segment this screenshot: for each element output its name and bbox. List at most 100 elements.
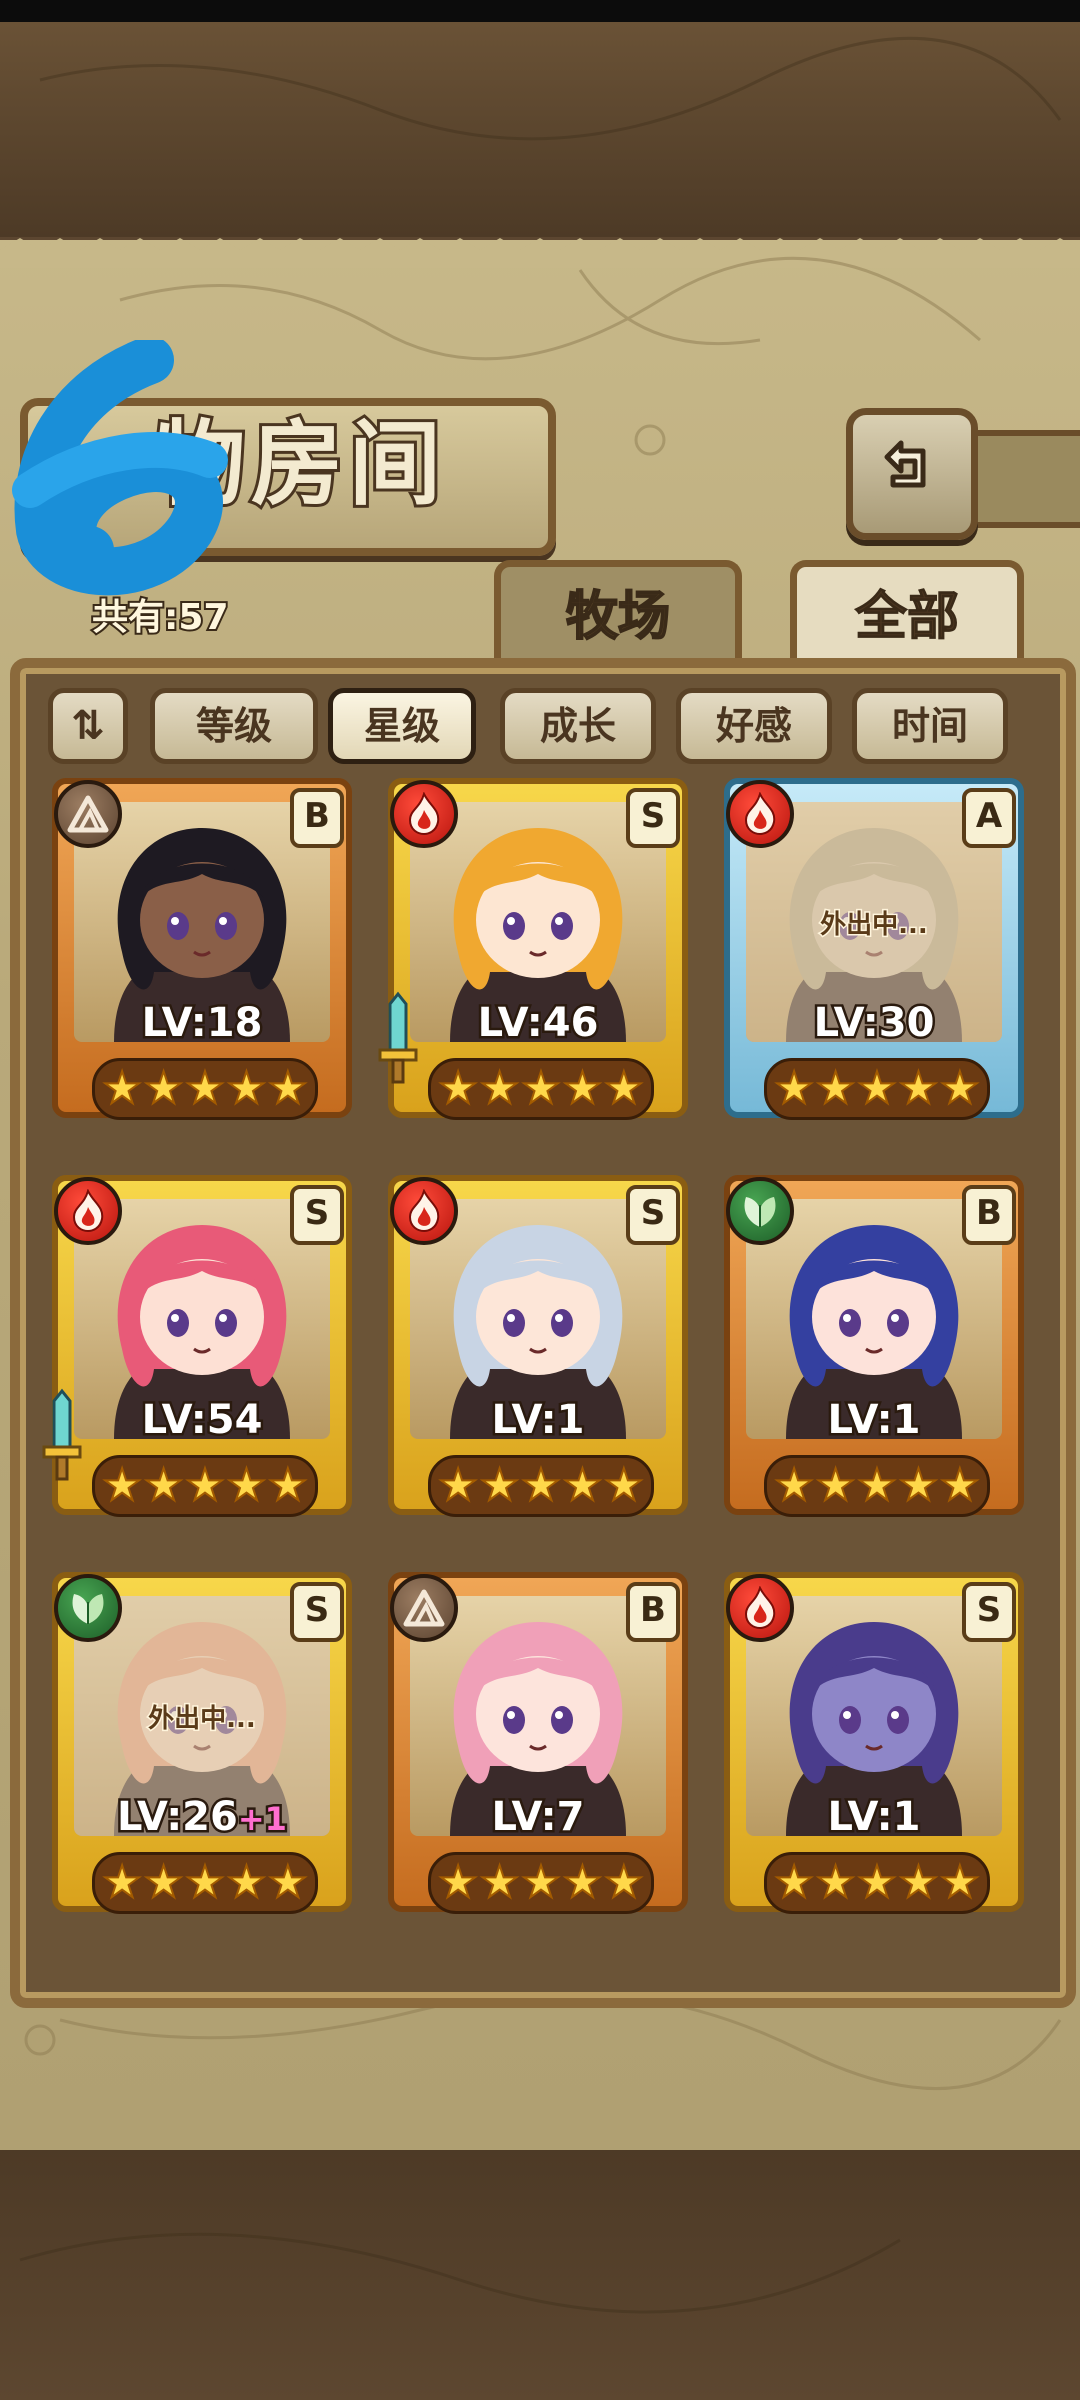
star-icon: ★ [856, 1459, 897, 1512]
monster-card[interactable]: B LV:1 ★ ★ ★ ★ ★ [724, 1175, 1024, 1530]
tab-all-label: 全部 [854, 587, 959, 648]
level-label: LV:1 [825, 1792, 923, 1843]
star-icon: ★ [603, 1856, 644, 1909]
monster-card[interactable]: A 外出中... LV:30 ★ ★ ★ ★ ★ [724, 778, 1024, 1133]
sort-star-button[interactable]: 星级 [328, 688, 476, 764]
sort-level-button[interactable]: 等级 [150, 688, 318, 764]
star-icon: ★ [267, 1856, 308, 1909]
star-icon: ★ [143, 1062, 184, 1115]
back-button-rail [966, 430, 1080, 528]
sort-affection-label: 好感 [715, 704, 792, 748]
star-icon: ★ [520, 1459, 561, 1512]
leaf-element-icon [726, 1177, 794, 1245]
rank-badge: S [290, 1582, 344, 1642]
level-label: LV:7 [489, 1792, 587, 1843]
map-background-bottom [0, 2150, 1080, 2400]
monster-card[interactable]: S LV:54 ★ ★ ★ ★ ★ [42, 1175, 352, 1530]
monster-card[interactable]: S 外出中... LV:26+1 ★ ★ ★ ★ ★ [52, 1572, 352, 1927]
star-icon: ★ [815, 1062, 856, 1115]
total-count: 共有:57 [90, 595, 230, 640]
star-rating: ★ ★ ★ ★ ★ [92, 1852, 318, 1914]
fire-element-icon [390, 780, 458, 848]
away-status: 外出中... [819, 909, 930, 942]
star-icon: ★ [184, 1856, 225, 1909]
parchment-edge-bottom [0, 2120, 1080, 2150]
star-icon: ★ [479, 1856, 520, 1909]
star-icon: ★ [898, 1856, 939, 1909]
rank-badge: S [626, 1185, 680, 1245]
star-icon: ★ [143, 1459, 184, 1512]
star-rating: ★ ★ ★ ★ ★ [428, 1455, 654, 1517]
star-icon: ★ [143, 1856, 184, 1909]
sort-time-button[interactable]: 时间 [852, 688, 1008, 764]
star-icon: ★ [226, 1459, 267, 1512]
monster-card[interactable]: S LV:1 ★ ★ ★ ★ ★ [388, 1175, 688, 1530]
parchment-edge-top [0, 238, 1080, 268]
star-icon: ★ [815, 1459, 856, 1512]
monster-card[interactable]: S LV:1 ★ ★ ★ ★ ★ [724, 1572, 1024, 1927]
star-icon: ★ [437, 1459, 478, 1512]
back-button[interactable] [846, 408, 978, 540]
tab-pasture[interactable]: 牧场 [494, 560, 742, 667]
star-icon: ★ [437, 1062, 478, 1115]
star-rating: ★ ★ ★ ★ ★ [428, 1058, 654, 1120]
star-rating: ★ ★ ★ ★ ★ [764, 1455, 990, 1517]
star-rating: ★ ★ ★ ★ ★ [764, 1852, 990, 1914]
star-icon: ★ [520, 1062, 561, 1115]
level-bonus: +1 [235, 1798, 289, 1841]
star-icon: ★ [101, 1062, 142, 1115]
sort-time-label: 时间 [891, 704, 968, 748]
rank-badge: S [290, 1185, 344, 1245]
star-icon: ★ [226, 1856, 267, 1909]
level-label: LV:54 [139, 1395, 265, 1446]
star-rating: ★ ★ ★ ★ ★ [92, 1058, 318, 1120]
star-icon: ★ [898, 1459, 939, 1512]
sort-order-icon: ⇅ [71, 703, 105, 749]
rank-badge: B [290, 788, 344, 848]
star-icon: ★ [101, 1459, 142, 1512]
level-label: LV:1 [825, 1395, 923, 1446]
return-arrow-icon [884, 440, 926, 488]
sort-level-label: 等级 [195, 704, 272, 748]
fire-element-icon [54, 1177, 122, 1245]
star-icon: ★ [267, 1459, 308, 1512]
star-icon: ★ [562, 1459, 603, 1512]
level-label: LV:26+1 [115, 1792, 290, 1843]
level-label: LV:30 [811, 998, 937, 1049]
monster-card[interactable]: B LV:18 ★ ★ ★ ★ ★ [52, 778, 352, 1133]
sort-growth-label: 成长 [539, 704, 616, 748]
fire-element-icon [726, 1574, 794, 1642]
star-icon: ★ [856, 1062, 897, 1115]
star-icon: ★ [773, 1856, 814, 1909]
star-icon: ★ [898, 1062, 939, 1115]
earth-element-icon [390, 1574, 458, 1642]
star-icon: ★ [479, 1062, 520, 1115]
star-icon: ★ [603, 1062, 644, 1115]
map-background-top [0, 22, 1080, 237]
sort-star-label: 星级 [363, 704, 440, 748]
sort-growth-button[interactable]: 成长 [500, 688, 656, 764]
level-label: LV:18 [139, 998, 265, 1049]
leaf-element-icon [54, 1574, 122, 1642]
rank-badge: B [626, 1582, 680, 1642]
star-icon: ★ [856, 1856, 897, 1909]
star-icon: ★ [226, 1062, 267, 1115]
star-icon: ★ [267, 1062, 308, 1115]
sort-affection-button[interactable]: 好感 [676, 688, 832, 764]
fire-element-icon [390, 1177, 458, 1245]
star-icon: ★ [773, 1459, 814, 1512]
star-icon: ★ [184, 1459, 225, 1512]
rank-badge: S [626, 788, 680, 848]
star-icon: ★ [562, 1856, 603, 1909]
rank-badge: S [962, 1582, 1016, 1642]
sort-order-toggle[interactable]: ⇅ [48, 688, 128, 764]
monster-card[interactable]: S LV:46 ★ ★ ★ ★ ★ [378, 778, 688, 1133]
star-icon: ★ [520, 1856, 561, 1909]
rank-badge: A [962, 788, 1016, 848]
star-rating: ★ ★ ★ ★ ★ [428, 1852, 654, 1914]
monster-card[interactable]: B LV:7 ★ ★ ★ ★ ★ [388, 1572, 688, 1927]
star-icon: ★ [939, 1062, 980, 1115]
star-icon: ★ [479, 1459, 520, 1512]
star-icon: ★ [939, 1856, 980, 1909]
star-icon: ★ [773, 1062, 814, 1115]
